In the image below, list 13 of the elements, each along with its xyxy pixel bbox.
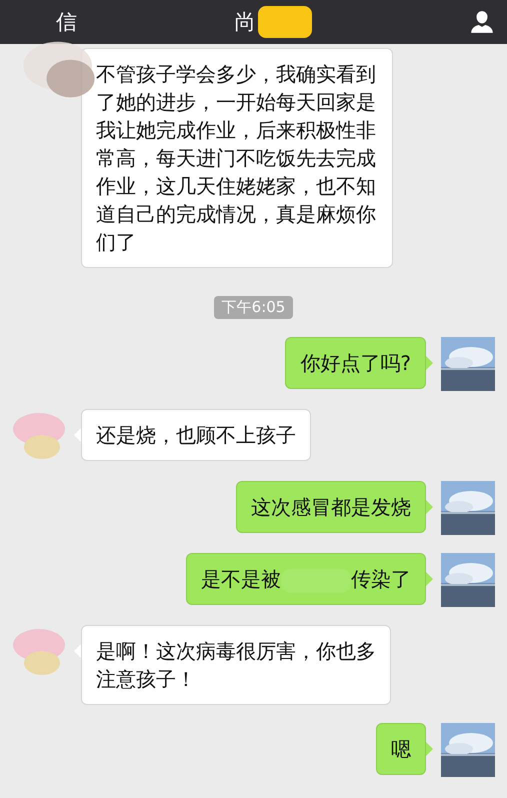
message-text: 还是烧，也顾不上孩子 [96,423,296,447]
message-text: 不管孩子学会多少，我确实看到了她的进步，一开始每天回家是我让她完成作业，后来积极性非常高，每天进门不吃饭先去完成作业，这几天住姥姥家，也不知道自己的完成情况，真是麻烦你们了 [96,62,376,254]
redaction-block [258,6,312,38]
back-button[interactable]: 信 [56,8,77,36]
message-text: 传染了 [351,567,411,591]
message-text: 是啊！这次病毒很厉害，你也多注意孩子！ [96,639,376,691]
chat-title: 尚 [234,9,256,36]
timestamp: 下午6:05 [214,296,294,319]
message-text: 嗯 [391,737,411,761]
message-text: 你好点了吗? [300,351,411,375]
message-text: 是不是被 [201,567,281,591]
contact-profile-icon[interactable] [469,9,495,35]
message-text: 这次感冒都是发烧 [251,495,411,519]
